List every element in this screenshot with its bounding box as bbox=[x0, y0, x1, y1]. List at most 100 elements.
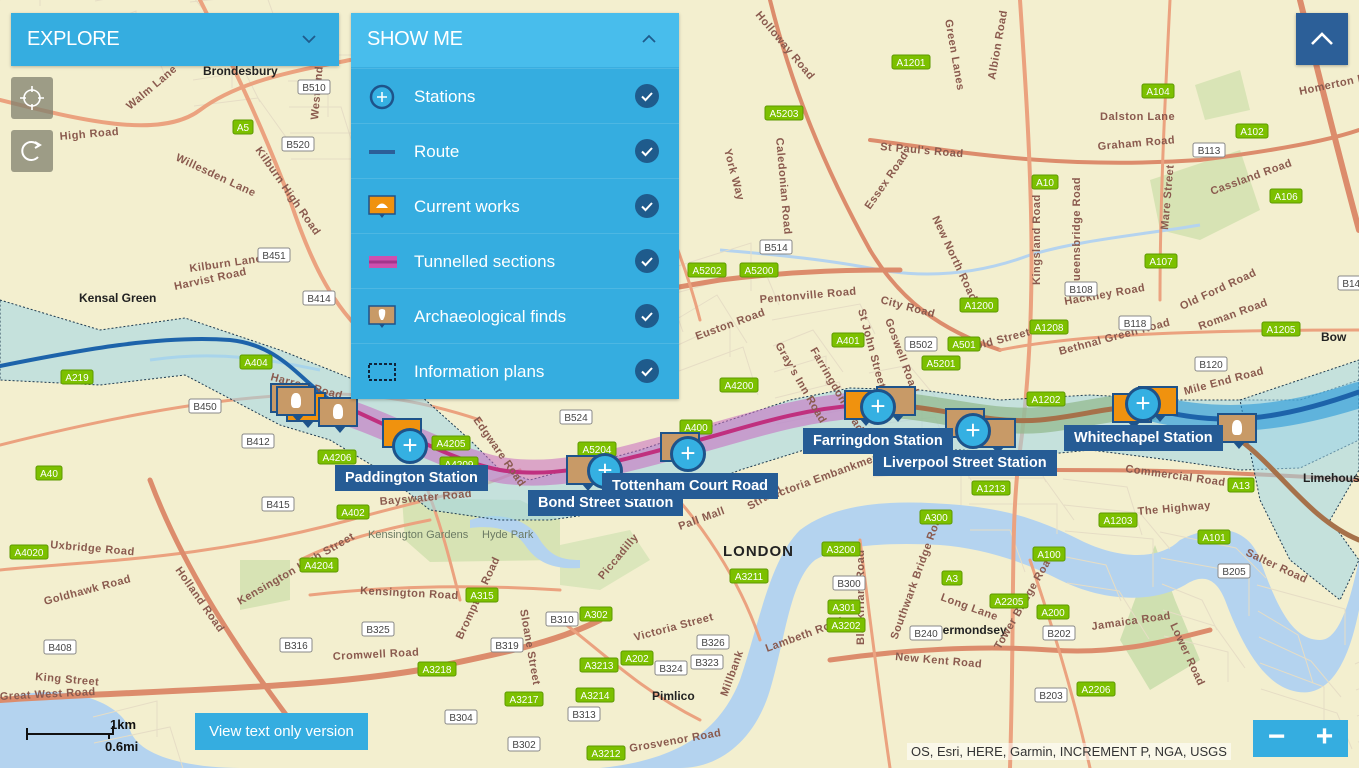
view-text-only-button[interactable]: View text only version bbox=[195, 713, 368, 750]
station-label-paddington[interactable]: Paddington Station bbox=[335, 465, 488, 491]
a-road-shield: A5201 bbox=[921, 355, 961, 371]
svg-text:A402: A402 bbox=[341, 508, 365, 519]
a-road-shield: A1202 bbox=[1026, 391, 1066, 407]
a-road-shield: A301 bbox=[827, 599, 861, 615]
layer-toggle-route[interactable]: Route bbox=[351, 123, 679, 179]
road-label: Kingsland Road bbox=[1031, 194, 1043, 285]
archaeological-find-marker[interactable] bbox=[276, 386, 316, 422]
a-road-shield: A104 bbox=[1141, 83, 1175, 99]
svg-text:A302: A302 bbox=[584, 610, 608, 621]
a-road-shield: A401 bbox=[831, 332, 865, 348]
svg-text:B240: B240 bbox=[914, 629, 938, 640]
svg-text:A106: A106 bbox=[1274, 192, 1298, 203]
archaeological-find-marker[interactable] bbox=[318, 397, 358, 433]
urn-marker-icon bbox=[368, 305, 396, 328]
svg-text:B113: B113 bbox=[1198, 146, 1221, 157]
a-road-shield: A3200 bbox=[821, 541, 861, 557]
b-road-shield: B316 bbox=[279, 637, 313, 653]
svg-text:B324: B324 bbox=[659, 664, 683, 675]
layer-toggle-archaeological-finds[interactable]: Archaeological finds bbox=[351, 288, 679, 344]
zoom-out-button[interactable]: − bbox=[1253, 720, 1300, 757]
svg-text:A1202: A1202 bbox=[1032, 395, 1061, 406]
svg-text:B316: B316 bbox=[284, 641, 308, 652]
scale-bar: 1km 0.6mi bbox=[26, 717, 146, 758]
b-road-shield: B120 bbox=[1194, 356, 1228, 372]
svg-text:A300: A300 bbox=[924, 513, 948, 524]
layer-toggle-stations[interactable]: Stations bbox=[351, 68, 679, 124]
route-line-icon bbox=[369, 150, 395, 154]
b-road-shield: B113 bbox=[1192, 142, 1226, 158]
a-road-shield: A200 bbox=[1036, 604, 1070, 620]
b-road-shield: B520 bbox=[281, 136, 315, 152]
show-me-title: SHOW ME bbox=[367, 28, 463, 50]
map-attribution: OS, Esri, HERE, Garmin, INCREMENT P, NGA… bbox=[907, 743, 1231, 760]
station-label-liverpool-street[interactable]: Liverpool Street Station bbox=[873, 450, 1057, 476]
tunnel-band-icon bbox=[369, 256, 397, 268]
b-road-shield: B450 bbox=[188, 398, 222, 414]
svg-text:A315: A315 bbox=[470, 591, 494, 602]
checkmark-icon[interactable] bbox=[635, 139, 659, 163]
b-road-shield: B451 bbox=[257, 247, 291, 263]
reset-button[interactable] bbox=[11, 130, 53, 172]
station-marker-liverpool-street[interactable]: + bbox=[955, 413, 991, 449]
layer-toggle-current-works[interactable]: Current works bbox=[351, 178, 679, 234]
locate-button[interactable] bbox=[11, 77, 53, 119]
svg-text:B304: B304 bbox=[449, 713, 473, 724]
layer-toggle-tunnelled-sections[interactable]: Tunnelled sections bbox=[351, 233, 679, 289]
b-road-shield: B203 bbox=[1034, 687, 1068, 703]
b-road-shield: B414 bbox=[302, 290, 336, 306]
a-road-shield: A106 bbox=[1269, 188, 1303, 204]
station-marker-whitechapel[interactable]: + bbox=[1125, 386, 1161, 422]
a-road-shield: A302 bbox=[579, 606, 613, 622]
checkmark-icon[interactable] bbox=[635, 359, 659, 383]
b-road-shield: B300 bbox=[832, 575, 866, 591]
urn-icon bbox=[1232, 420, 1242, 435]
layer-label: Current works bbox=[414, 197, 520, 216]
svg-text:B203: B203 bbox=[1039, 691, 1063, 702]
svg-text:A5203: A5203 bbox=[770, 109, 799, 120]
station-label-whitechapel[interactable]: Whitechapel Station bbox=[1064, 425, 1223, 451]
a-road-shield: A107 bbox=[1144, 253, 1178, 269]
svg-text:A200: A200 bbox=[1041, 608, 1065, 619]
scale-km-label: 1km bbox=[110, 717, 137, 732]
archaeological-find-marker[interactable] bbox=[1217, 413, 1257, 449]
b-road-shield: B205 bbox=[1217, 563, 1251, 579]
layer-label: Route bbox=[414, 142, 460, 161]
checkmark-icon[interactable] bbox=[635, 304, 659, 328]
station-marker-farringdon[interactable]: + bbox=[860, 389, 896, 425]
explore-dropdown[interactable]: EXPLORE bbox=[11, 13, 339, 66]
svg-text:B323: B323 bbox=[695, 658, 719, 669]
svg-text:B120: B120 bbox=[1199, 360, 1223, 371]
urn-icon bbox=[333, 404, 343, 419]
a-road-shield: A10 bbox=[1031, 174, 1059, 190]
b-road-shield: B142 bbox=[1337, 275, 1359, 291]
svg-text:A3214: A3214 bbox=[581, 691, 610, 702]
svg-text:A5: A5 bbox=[237, 123, 250, 134]
collapse-button[interactable] bbox=[1296, 13, 1348, 65]
chevron-down-icon bbox=[302, 35, 316, 44]
checkmark-icon[interactable] bbox=[635, 249, 659, 273]
svg-text:A3202: A3202 bbox=[832, 621, 861, 632]
show-me-header[interactable]: SHOW ME bbox=[351, 13, 679, 67]
station-marker-paddington[interactable]: + bbox=[392, 428, 428, 464]
a-road-shield: A3212 bbox=[586, 745, 626, 761]
layer-toggle-information-plans[interactable]: Information plans bbox=[351, 343, 679, 399]
scale-tick bbox=[26, 728, 28, 740]
crosshair-icon bbox=[20, 86, 44, 110]
zoom-in-button[interactable]: + bbox=[1301, 720, 1348, 757]
station-label-tottenham-court-road[interactable]: Tottenham Court Road bbox=[602, 473, 778, 499]
svg-text:A1205: A1205 bbox=[1267, 325, 1296, 336]
basemap[interactable]: Brondesbury Kensal Green LONDON Bermonds… bbox=[0, 0, 1359, 768]
svg-text:B408: B408 bbox=[48, 643, 72, 654]
place-limehouse: Limehouse bbox=[1303, 471, 1359, 485]
svg-text:A1213: A1213 bbox=[977, 484, 1006, 495]
svg-text:A401: A401 bbox=[836, 336, 860, 347]
svg-text:B108: B108 bbox=[1069, 285, 1093, 296]
a-road-shield: A300 bbox=[919, 509, 953, 525]
svg-text:A4205: A4205 bbox=[437, 439, 466, 450]
a-road-shield: A102 bbox=[1235, 123, 1269, 139]
svg-text:A202: A202 bbox=[625, 654, 649, 665]
checkmark-icon[interactable] bbox=[635, 194, 659, 218]
station-marker-tottenham-court-road[interactable]: + bbox=[670, 436, 706, 472]
checkmark-icon[interactable] bbox=[635, 84, 659, 108]
